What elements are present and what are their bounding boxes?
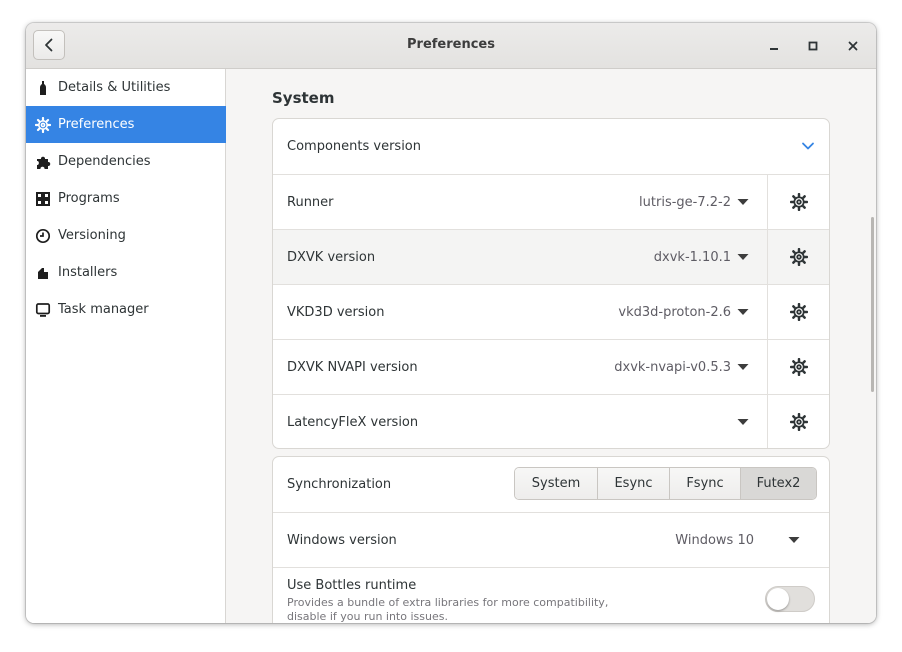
- vkd3d-dropdown[interactable]: vkd3d-proton-2.6: [618, 305, 749, 320]
- close-icon: [848, 41, 858, 51]
- latencyflex-settings-button[interactable]: [767, 395, 829, 448]
- close-button[interactable]: [843, 36, 863, 56]
- components-card: Components version Runner lutris-ge-7.2-…: [272, 118, 830, 449]
- sidebar-item-label: Versioning: [58, 228, 126, 243]
- sidebar-item-task-manager[interactable]: Task manager: [26, 291, 226, 328]
- windows-version-dropdown[interactable]: Windows 10: [675, 533, 800, 548]
- dxvk-label: DXVK version: [287, 249, 376, 265]
- sidebar-item-label: Preferences: [58, 117, 135, 132]
- window-title: Preferences: [407, 37, 495, 52]
- sync-option-esync[interactable]: Esync: [597, 468, 669, 499]
- gear-icon: [789, 193, 808, 211]
- bottles-runtime-label: Use Bottles runtime: [287, 578, 417, 593]
- latencyflex-label: LatencyFleX version: [287, 414, 419, 430]
- dxvk-row: DXVK version dxvk-1.10.1: [273, 229, 829, 284]
- vkd3d-value: vkd3d-proton-2.6: [618, 304, 731, 320]
- components-version-label: Components version: [287, 139, 421, 154]
- dropdown-arrow-icon: [737, 364, 749, 370]
- monitor-icon: [35, 302, 51, 318]
- windows-version-label: Windows version: [287, 532, 397, 548]
- vkd3d-label: VKD3D version: [287, 304, 385, 320]
- latencyflex-row: LatencyFleX version: [273, 394, 829, 448]
- gear-icon: [789, 358, 808, 376]
- sidebar: Details & Utilities Preferences Dependen…: [26, 69, 226, 623]
- maximize-icon: [808, 41, 818, 51]
- minimize-button[interactable]: [764, 36, 784, 56]
- clock-icon: [35, 228, 51, 244]
- app-window: Preferences Details & Utilities Preferen…: [26, 23, 876, 623]
- windows-version-row: Windows version Windows 10: [273, 512, 829, 567]
- synchronization-row: Synchronization System Esync Fsync Futex…: [273, 457, 829, 512]
- gear-icon: [789, 303, 808, 321]
- dxvk-settings-button[interactable]: [767, 230, 829, 284]
- sidebar-item-label: Programs: [58, 191, 120, 206]
- bottles-runtime-row: Use Bottles runtime Provides a bundle of…: [273, 567, 829, 623]
- latencyflex-dropdown[interactable]: [731, 418, 749, 426]
- synchronization-label: Synchronization: [287, 477, 392, 492]
- dxvk-nvapi-dropdown[interactable]: dxvk-nvapi-v0.5.3: [614, 360, 749, 375]
- content-scrollbar[interactable]: [871, 217, 874, 392]
- section-title: System: [272, 89, 335, 107]
- dropdown-arrow-icon: [737, 309, 749, 315]
- dropdown-arrow-icon: [737, 419, 749, 425]
- bottles-runtime-text: Use Bottles runtime Provides a bundle of…: [287, 578, 608, 623]
- puzzle-icon: [35, 154, 51, 170]
- sidebar-item-dependencies[interactable]: Dependencies: [26, 143, 226, 180]
- gear-icon: [789, 248, 808, 266]
- sidebar-item-programs[interactable]: Programs: [26, 180, 226, 217]
- gear-icon: [789, 413, 808, 431]
- sidebar-item-label: Installers: [58, 265, 118, 280]
- windows-version-value: Windows 10: [675, 532, 754, 548]
- sync-option-futex2[interactable]: Futex2: [740, 468, 816, 499]
- sidebar-item-preferences[interactable]: Preferences: [26, 106, 226, 143]
- runner-label: Runner: [287, 194, 334, 210]
- minimize-icon: [770, 48, 778, 50]
- runner-row: Runner lutris-ge-7.2-2: [273, 174, 829, 229]
- dropdown-arrow-icon: [788, 537, 800, 543]
- dxvk-dropdown[interactable]: dxvk-1.10.1: [654, 250, 749, 265]
- header-bar: Preferences: [26, 23, 876, 69]
- sync-option-fsync[interactable]: Fsync: [669, 468, 740, 499]
- dxvk-nvapi-label: DXVK NVAPI version: [287, 359, 418, 375]
- sidebar-item-details-utilities[interactable]: Details & Utilities: [26, 69, 226, 106]
- sidebar-item-label: Details & Utilities: [58, 80, 171, 95]
- vkd3d-settings-button[interactable]: [767, 285, 829, 339]
- sidebar-item-label: Dependencies: [58, 154, 151, 169]
- bottle-icon: [35, 80, 51, 96]
- bottles-runtime-description-line1: Provides a bundle of extra libraries for…: [287, 596, 609, 609]
- preferences-content: System Components version Runner lutris-…: [227, 69, 876, 623]
- components-version-expander[interactable]: Components version: [273, 119, 829, 174]
- dxvk-nvapi-settings-button[interactable]: [767, 340, 829, 394]
- dxvk-value: dxvk-1.10.1: [653, 249, 731, 265]
- switch-knob: [767, 588, 789, 610]
- vkd3d-row: VKD3D version vkd3d-proton-2.6: [273, 284, 829, 339]
- sidebar-item-label: Task manager: [58, 302, 149, 317]
- bottles-runtime-description-line2: disable if you run into issues.: [287, 610, 448, 623]
- dropdown-arrow-icon: [737, 199, 749, 205]
- sidebar-item-versioning[interactable]: Versioning: [26, 217, 226, 254]
- runner-settings-button[interactable]: [767, 175, 829, 229]
- gear-icon: [35, 116, 51, 133]
- maximize-button[interactable]: [803, 36, 823, 56]
- synchronization-toggle-group: System Esync Fsync Futex2: [514, 467, 817, 500]
- dropdown-arrow-icon: [737, 254, 749, 260]
- chevron-down-icon: [802, 142, 814, 150]
- sidebar-item-installers[interactable]: Installers: [26, 254, 226, 291]
- grid-icon: [35, 191, 51, 207]
- system-options-card: Synchronization System Esync Fsync Futex…: [272, 456, 830, 623]
- package-icon: [35, 265, 51, 281]
- runner-value: lutris-ge-7.2-2: [639, 194, 731, 210]
- runner-dropdown[interactable]: lutris-ge-7.2-2: [639, 195, 749, 210]
- sync-option-system[interactable]: System: [515, 468, 597, 499]
- dxvk-nvapi-row: DXVK NVAPI version dxvk-nvapi-v0.5.3: [273, 339, 829, 394]
- dxvk-nvapi-value: dxvk-nvapi-v0.5.3: [614, 359, 731, 375]
- bottles-runtime-switch[interactable]: [765, 586, 815, 612]
